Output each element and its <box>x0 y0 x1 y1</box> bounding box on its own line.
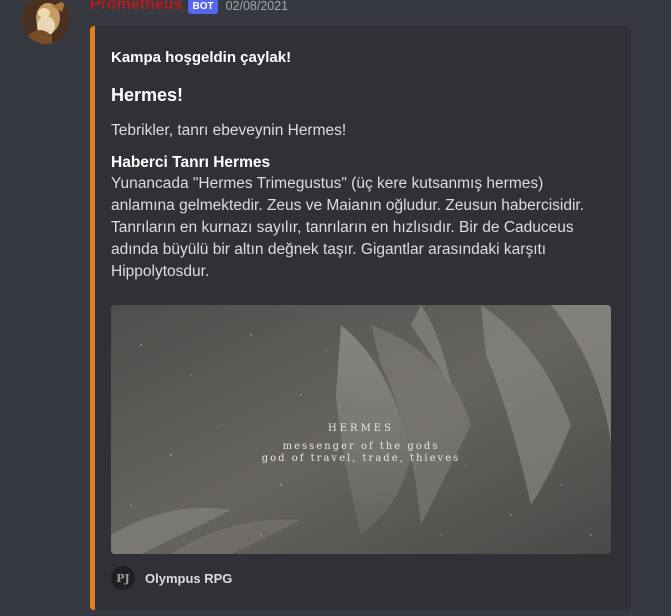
embed-image[interactable]: HERMES messenger of the gods god of trav… <box>111 305 611 554</box>
image-caption-line: god of travel, trade, thieves <box>261 453 461 464</box>
image-caption-line: messenger of the gods <box>282 441 440 452</box>
chat-message: Prometheus BOT 02/08/2021 Kampa hoşgeldi… <box>0 0 671 616</box>
field-value-line: Tanrıların en kurnazı sayılır, tanrıları… <box>111 219 574 236</box>
rich-embed: Kampa hoşgeldin çaylak! Hermes! Tebrikle… <box>90 26 631 610</box>
image-caption-title: HERMES <box>328 423 394 434</box>
embed-field-value: Yunancada "Hermes Trimegustus" (üç kere … <box>111 173 616 283</box>
field-value-line: Yunancada "Hermes Trimegustus" (üç kere … <box>111 175 544 192</box>
timestamp: 02/08/2021 <box>225 0 289 13</box>
bot-badge: BOT <box>188 0 218 14</box>
embed-author: Kampa hoşgeldin çaylak! <box>111 49 292 66</box>
embed-title: Hermes! <box>111 85 184 105</box>
embed-field-name: Haberci Tanrı Hermes <box>111 154 271 171</box>
embed-description: Tebrikler, tanrı ebeveynin Hermes! <box>111 122 347 139</box>
user-avatar[interactable] <box>22 0 70 44</box>
field-value-line: anlamına gelmektedir. Zeus ve Maianın oğ… <box>111 197 585 214</box>
field-value-line: adında büyülü bir altın değnek taşır. Gi… <box>111 241 547 258</box>
message-header: Prometheus BOT 02/08/2021 <box>90 0 288 16</box>
embed-field: Haberci Tanrı Hermes Yunancada "Hermes T… <box>111 152 611 283</box>
field-value-line: Hippolytosdur. <box>111 263 210 280</box>
username[interactable]: Prometheus <box>90 0 182 14</box>
footer-logo-icon: PJ <box>111 566 135 590</box>
embed-footer: PJ Olympus RPG <box>111 566 232 590</box>
footer-text: Olympus RPG <box>145 570 233 586</box>
bearded-figure-avatar-icon <box>22 0 70 44</box>
embed-accent-bar <box>90 26 95 610</box>
